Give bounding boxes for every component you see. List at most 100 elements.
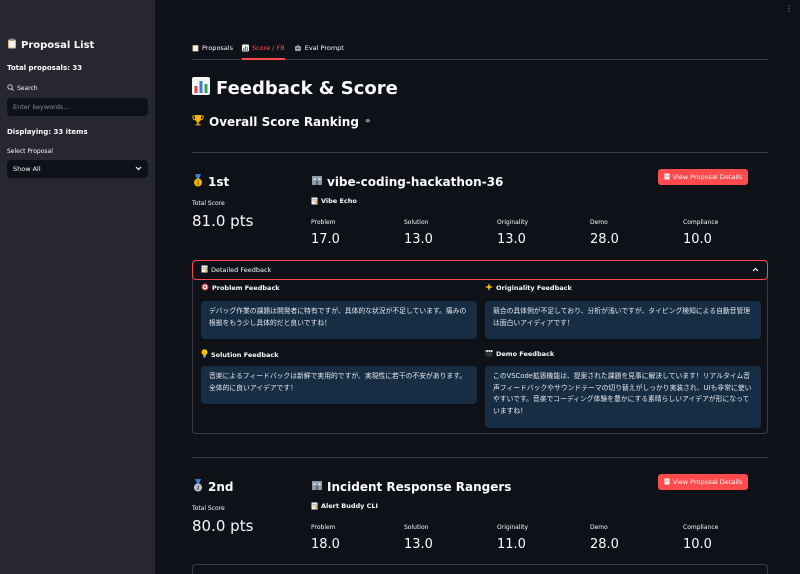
target-icon [201,283,209,293]
view-proposal-details-button[interactable]: View Proposal Details [658,474,748,490]
silver-medal-icon: 2 [192,479,204,495]
link-icon[interactable]: ⚭ [364,117,372,127]
rank-text: 1st [208,175,230,189]
project-name: Vibe Echo [311,197,357,207]
metric-solution: Solution 13.0 [404,524,494,552]
page-title: Feedback & Score [192,77,398,100]
metric-demo: Demo 28.0 [590,524,680,552]
bar-chart-icon [241,44,249,54]
detailed-feedback-expander[interactable] [192,564,768,574]
tab-proposals[interactable]: Proposals [192,43,233,60]
expander-header[interactable]: Detailed Feedback [192,260,768,280]
metric-value: 13.0 [497,232,526,247]
total-score-label: Total Score [192,505,225,512]
metric-problem: Problem 18.0 [311,524,401,552]
tab-bar: Proposals Score / FB Eval Prompt [192,43,768,60]
metric-label: Problem [311,219,336,226]
metric-demo: Demo 28.0 [590,219,680,247]
project-name-text: Vibe Echo [321,197,357,205]
problem-feedback-title: Problem Feedback [201,283,280,293]
total-score-label: Total Score [192,200,225,207]
originality-feedback-text: 競合の具体例が不足しており、分析が浅いですが、タイピング検知による自動音管理は面… [485,301,761,339]
demo-feedback-title: Demo Feedback [485,349,554,359]
tab-eval-prompt-label: Eval Prompt [304,44,344,52]
metric-originality: Originality 11.0 [497,524,587,552]
solution-feedback-title: Solution Feedback [201,349,279,360]
metric-value: 11.0 [497,537,526,552]
rank-text: 2nd [208,480,234,494]
document-icon [664,478,670,487]
metric-label: Demo [590,524,608,531]
search-label: Search [7,84,148,93]
metric-label: Problem [311,524,336,531]
feedback-title-text: Demo Feedback [496,350,555,358]
select-proposal-label: Select Proposal [7,148,53,155]
metric-value: 13.0 [404,537,433,552]
metric-compliance: Compliance 10.0 [683,524,773,552]
metric-value: 13.0 [404,232,433,247]
sidebar-title: Proposal List [7,38,148,52]
problem-feedback-text: デバッグ作業の課題は開発者に特有ですが、具体的な状況が不足しています。痛みの根拠… [201,301,477,339]
clapperboard-icon [485,349,493,359]
tab-score-fb[interactable]: Score / FB [241,43,285,60]
metric-label: Solution [404,524,429,531]
sparkles-icon [485,283,493,293]
demo-feedback-text: このVSCode拡張機能は、提案された課題を見事に解決しています！リアルタイム音… [485,366,761,428]
feedback-title-text: Originality Feedback [496,284,572,292]
metric-compliance: Compliance 10.0 [683,219,773,247]
search-input[interactable]: Enter keywords... [7,98,148,116]
robot-icon [294,44,302,54]
expander-label: Detailed Feedback [211,266,272,274]
divider [192,457,768,458]
metric-value: 28.0 [590,232,619,247]
displaying-count: Displaying: 33 items [7,128,88,136]
memo-icon [201,265,208,275]
metric-problem: Problem 17.0 [311,219,401,247]
chevron-down-icon [135,165,142,173]
tab-eval-prompt[interactable]: Eval Prompt [294,43,344,60]
metric-value: 17.0 [311,232,340,247]
metric-value: 10.0 [683,232,712,247]
project-name: Alert Buddy CLI [311,502,378,512]
memo-icon [311,502,318,512]
team-name: vibe-coding-hackathon-36 [311,174,503,189]
metric-label: Compliance [683,219,719,226]
document-icon [664,173,670,182]
total-proposals: Total proposals: 33 [7,64,83,72]
view-proposal-details-button[interactable]: View Proposal Details [658,169,748,185]
section-title-text: Overall Score Ranking [209,114,359,129]
page-title-text: Feedback & Score [216,78,398,99]
main-menu-icon[interactable]: ⋮ [785,4,793,13]
proposal-select-value: Show All [13,165,41,173]
bar-chart-icon [192,77,210,100]
chevron-up-icon [752,266,759,274]
originality-feedback-title: Originality Feedback [485,283,572,293]
search-icon [7,84,14,93]
lightbulb-icon [201,349,208,360]
memo-icon [311,197,318,207]
total-score-value: 80.0 pts [192,517,254,535]
clipboard-icon [192,44,199,54]
metric-originality: Originality 13.0 [497,219,587,247]
gold-medal-icon: 1 [192,174,204,190]
project-name-text: Alert Buddy CLI [321,502,378,510]
metric-solution: Solution 13.0 [404,219,494,247]
tab-proposals-label: Proposals [202,44,233,52]
feedback-title-text: Problem Feedback [212,284,280,292]
team-name-text: vibe-coding-hackathon-36 [327,174,504,189]
metric-label: Originality [497,524,529,531]
rank-label: 1 1st [192,174,229,190]
tab-score-fb-label: Score / FB [251,44,285,52]
proposal-select[interactable]: Show All [7,160,148,178]
metric-label: Solution [404,219,429,226]
clipboard-icon [7,38,17,52]
svg-text:2: 2 [196,486,200,492]
team-name-text: Incident Response Rangers [327,479,512,494]
metric-value: 28.0 [590,537,619,552]
trophy-icon [192,114,204,129]
metric-label: Compliance [683,524,719,531]
building-icon [311,174,323,189]
total-score-value: 81.0 pts [192,212,254,230]
divider [192,152,768,153]
metric-label: Originality [497,219,529,226]
